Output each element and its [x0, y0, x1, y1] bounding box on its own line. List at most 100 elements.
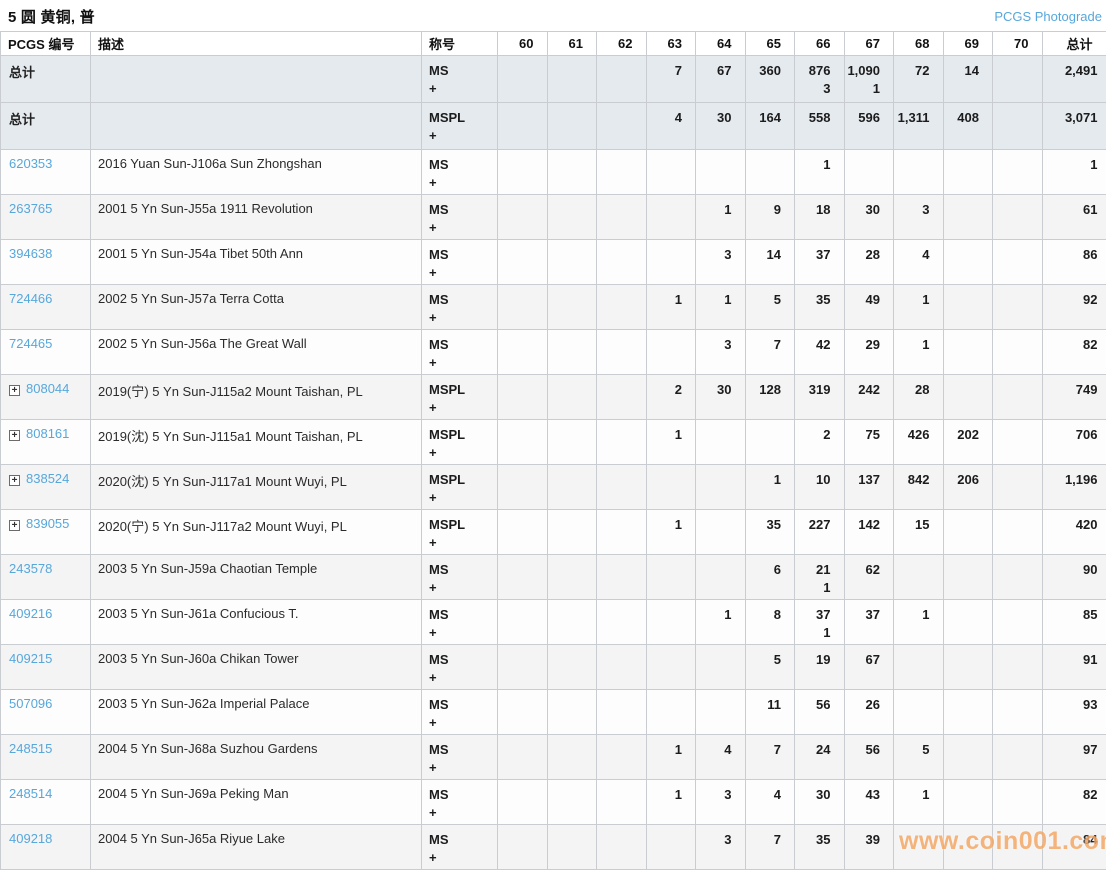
grade-count	[698, 471, 732, 489]
grade-cell-69	[943, 825, 993, 870]
grade-count: 6	[748, 561, 782, 579]
table-row: 4092162003 5 Yn Sun-J61a Confucious T.MS…	[1, 600, 1106, 645]
pcgs-number-link[interactable]: 838524	[26, 471, 69, 486]
expand-icon[interactable]: +	[9, 475, 20, 486]
pcgs-number-link[interactable]: 839055	[26, 516, 69, 531]
pcgs-number-link[interactable]: 724465	[9, 336, 52, 351]
designation-label: MS	[429, 336, 491, 354]
grade-count	[599, 471, 633, 489]
grade-cell-61	[547, 735, 597, 780]
grade-cell-70	[993, 555, 1043, 600]
grade-cell-68	[894, 825, 944, 870]
grade-count	[698, 426, 732, 444]
grade-count	[995, 201, 1029, 219]
grade-cell-63: 1	[646, 780, 696, 825]
grade-count: 558	[797, 109, 831, 127]
grade-cell-66: 10	[795, 465, 845, 510]
pcgs-number-cell: 263765	[1, 195, 91, 240]
grade-count: 56	[797, 696, 831, 714]
grade-count: 202	[946, 426, 980, 444]
designation-plus-label: +	[429, 669, 491, 687]
grade-count: 26	[847, 696, 881, 714]
grade-cell-60	[498, 690, 548, 735]
grade-cell-60	[498, 150, 548, 195]
grade-count: 1	[649, 426, 683, 444]
expand-icon[interactable]: +	[9, 430, 20, 441]
grade-cell-61	[547, 510, 597, 555]
grade-cell-61	[547, 330, 597, 375]
grade-count: 1	[748, 471, 782, 489]
grade-count	[649, 156, 683, 174]
grade-cell-60	[498, 510, 548, 555]
grade-cell-63: 1	[646, 285, 696, 330]
pcgs-photograde-link[interactable]: PCGS Photograde	[994, 9, 1102, 24]
pcgs-number-cell: +839055	[1, 510, 91, 555]
grade-count	[946, 201, 980, 219]
designation-label: MS	[429, 786, 491, 804]
grade-cell-68	[894, 150, 944, 195]
grade-cell-60	[498, 195, 548, 240]
pcgs-number-link[interactable]: 507096	[9, 696, 52, 711]
grade-count	[550, 696, 584, 714]
grade-count	[995, 606, 1029, 624]
grade-count	[500, 426, 534, 444]
pcgs-number-link[interactable]: 808044	[26, 381, 69, 396]
grade-cell-67: 1,0901	[844, 56, 894, 103]
grade-count: 242	[847, 381, 881, 399]
designation-plus-label: +	[429, 264, 491, 282]
pcgs-number-link[interactable]: 409216	[9, 606, 52, 621]
pcgs-number-link[interactable]: 808161	[26, 426, 69, 441]
pcgs-number-link[interactable]: 409215	[9, 651, 52, 666]
expand-icon[interactable]: +	[9, 385, 20, 396]
grade-cell-68: 15	[894, 510, 944, 555]
pcgs-number-link[interactable]: 394638	[9, 246, 52, 261]
pcgs-number-link[interactable]: 248515	[9, 741, 52, 756]
header-grade-62: 62	[597, 32, 647, 56]
pcgs-number-cell: 724466	[1, 285, 91, 330]
grade-count: 5	[896, 741, 930, 759]
grade-cell-64: 30	[696, 103, 746, 150]
grade-count: 1	[1045, 156, 1098, 174]
grade-cell-63	[646, 465, 696, 510]
designation-cell: MS+	[422, 330, 498, 375]
grade-count: 360	[748, 62, 782, 80]
grade-cell-65: 7	[745, 825, 795, 870]
grade-cell-66: 42	[795, 330, 845, 375]
grade-cell-60	[498, 825, 548, 870]
grade-count	[500, 156, 534, 174]
table-row: 2485142004 5 Yn Sun-J69a Peking ManMS+13…	[1, 780, 1106, 825]
grade-cell-67: 30	[844, 195, 894, 240]
designation-cell: MS+	[422, 780, 498, 825]
expand-icon[interactable]: +	[9, 520, 20, 531]
grade-cell-65	[745, 420, 795, 465]
pcgs-number-link[interactable]: 248514	[9, 786, 52, 801]
grade-count	[550, 336, 584, 354]
pcgs-number-link[interactable]: 263765	[9, 201, 52, 216]
designation-cell: MS+	[422, 240, 498, 285]
pcgs-number-link[interactable]: 620353	[9, 156, 52, 171]
grade-count: 1	[896, 336, 930, 354]
grade-count: 42	[797, 336, 831, 354]
total-cell: 749	[1042, 375, 1106, 420]
grade-count	[649, 201, 683, 219]
pcgs-number-link[interactable]: 243578	[9, 561, 52, 576]
description-cell: 2002 5 Yn Sun-J56a The Great Wall	[91, 330, 422, 375]
grade-cell-63: 7	[646, 56, 696, 103]
population-table-body: 总计MS+76736087631,090172142,491总计MSPL+430…	[1, 56, 1106, 870]
grade-count	[500, 651, 534, 669]
grade-cell-68: 1	[894, 285, 944, 330]
designation-plus-label: +	[429, 399, 491, 417]
pcgs-number-link[interactable]: 724466	[9, 291, 52, 306]
designation-cell: MSPL+	[422, 465, 498, 510]
grade-count: 86	[1045, 246, 1098, 264]
grade-count	[649, 606, 683, 624]
grade-cell-62	[597, 150, 647, 195]
grade-count	[995, 426, 1029, 444]
designation-label: MS	[429, 741, 491, 759]
pcgs-number-link[interactable]: 409218	[9, 831, 52, 846]
description-cell: 2004 5 Yn Sun-J68a Suzhou Gardens	[91, 735, 422, 780]
grade-cell-62	[597, 330, 647, 375]
total-cell: 420	[1042, 510, 1106, 555]
grade-count: 3	[698, 246, 732, 264]
grade-count	[550, 62, 584, 80]
